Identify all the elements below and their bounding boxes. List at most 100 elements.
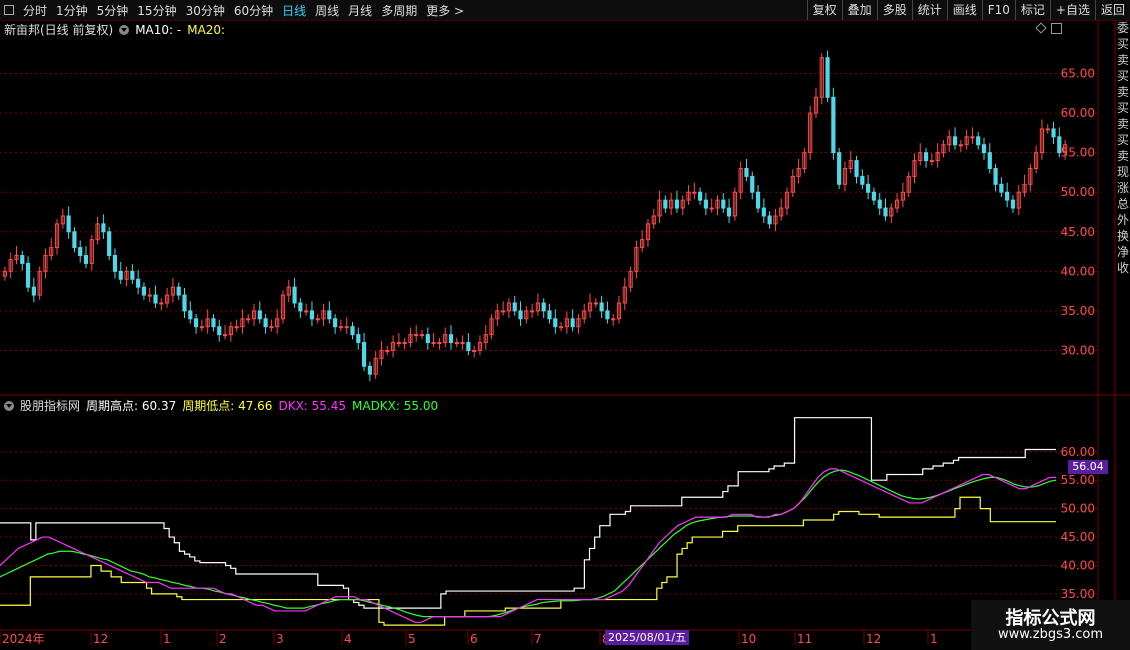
date-tick-label: 12 bbox=[866, 632, 881, 646]
candle-body bbox=[1045, 128, 1050, 131]
candle-body bbox=[356, 334, 361, 344]
quote-strip-label: 买 bbox=[1116, 101, 1129, 115]
candle-body bbox=[182, 294, 187, 312]
price-tick-label: 40.00 bbox=[1061, 264, 1095, 278]
candle-body bbox=[703, 199, 709, 209]
madkx-line bbox=[0, 469, 1057, 618]
candle-body bbox=[854, 160, 859, 177]
watermark: 指标公式网 www.zbgs3.com bbox=[971, 600, 1130, 650]
candle-body bbox=[199, 326, 204, 329]
quote-strip-label: 外 bbox=[1116, 213, 1129, 227]
candle-body bbox=[66, 215, 71, 233]
quote-strip-label: 买 bbox=[1116, 133, 1129, 147]
candle-body bbox=[923, 152, 929, 162]
candle-body bbox=[987, 152, 992, 169]
quote-strip-label: 卖 bbox=[1116, 117, 1129, 131]
candle-body bbox=[512, 302, 517, 312]
stock-chart[interactable]: 65.00 60.00 55.00 50.00 45.00 40.00 35.00 30.00… bbox=[0, 0, 1130, 650]
date-tick-label: 10 bbox=[741, 632, 756, 646]
candle-body bbox=[599, 302, 604, 312]
candle-body bbox=[692, 191, 697, 194]
price-tick-label: 60.00 bbox=[1061, 106, 1095, 120]
candle-body bbox=[831, 96, 836, 154]
price-tick-label: 65.00 bbox=[1061, 67, 1095, 81]
candle-body bbox=[454, 342, 459, 345]
quote-strip-label: 总 bbox=[1116, 197, 1129, 211]
candle-body bbox=[999, 183, 1004, 193]
quote-strip-label: 卖 bbox=[1116, 53, 1129, 67]
quote-strip-label: 卖 bbox=[1116, 85, 1129, 99]
candle-body bbox=[222, 334, 228, 337]
candle-body bbox=[333, 318, 338, 328]
candle-body bbox=[767, 215, 772, 225]
candle-body bbox=[611, 318, 616, 321]
candle-body bbox=[20, 255, 25, 264]
candle-body bbox=[257, 310, 262, 320]
date-tick-label: 6 bbox=[470, 632, 478, 646]
quote-strip-label: 卖 bbox=[1116, 149, 1129, 163]
quote-strip-label: 涨 bbox=[1116, 181, 1129, 195]
candle-body bbox=[547, 310, 552, 320]
candle-body bbox=[315, 318, 320, 321]
candle-body bbox=[755, 191, 761, 209]
candle-body bbox=[466, 342, 471, 351]
date-tick-label: 2 bbox=[219, 632, 227, 646]
candle-body bbox=[193, 318, 199, 328]
candle-body bbox=[501, 310, 506, 313]
dkx-line bbox=[0, 468, 1056, 623]
candle-body bbox=[970, 136, 975, 139]
quote-strip-label: 委 bbox=[1116, 21, 1129, 35]
candle-body bbox=[292, 286, 297, 304]
candle-body bbox=[541, 302, 546, 312]
candle-body bbox=[304, 310, 309, 313]
candle-body bbox=[530, 310, 535, 313]
candle-body bbox=[234, 326, 239, 329]
candle-body bbox=[437, 342, 442, 345]
candle-body bbox=[761, 207, 766, 217]
candle-body bbox=[309, 310, 315, 320]
candle-body bbox=[217, 326, 222, 336]
candle-body bbox=[269, 326, 274, 329]
candle-body bbox=[31, 286, 36, 296]
candle-body bbox=[674, 199, 680, 209]
candle-body bbox=[825, 57, 830, 98]
date-tick-label: 1 bbox=[163, 632, 171, 646]
candle-body bbox=[141, 286, 147, 296]
candle-body bbox=[976, 136, 981, 146]
watermark-sub: www.zbgs3.com bbox=[997, 627, 1104, 642]
price-tick-label: 30.00 bbox=[1061, 343, 1095, 357]
cycle-high-line bbox=[0, 417, 1056, 609]
date-tick-label: 5 bbox=[408, 632, 416, 646]
candle-body bbox=[419, 334, 425, 337]
candle-body bbox=[448, 334, 454, 344]
candle-body bbox=[460, 342, 465, 345]
candle-body bbox=[25, 262, 31, 288]
candle-body bbox=[211, 318, 216, 328]
candle-body bbox=[350, 326, 355, 336]
candle-body bbox=[871, 191, 877, 201]
date-tick-label: 4 bbox=[344, 632, 352, 646]
date-tick-label: 7 bbox=[534, 632, 542, 646]
candle-body bbox=[176, 286, 181, 296]
candle-body bbox=[744, 167, 749, 177]
quote-strip-label: 买 bbox=[1116, 69, 1129, 83]
candle-body bbox=[958, 144, 963, 147]
candle-body bbox=[130, 270, 135, 280]
candle-body bbox=[396, 342, 401, 345]
candle-body bbox=[147, 294, 152, 297]
candle-body bbox=[553, 318, 558, 328]
candle-body bbox=[709, 207, 714, 210]
candle-body bbox=[83, 255, 89, 264]
quote-strip-label: 买 bbox=[1116, 37, 1129, 51]
candle-body bbox=[385, 349, 390, 352]
indicator-tick-label: 45.00 bbox=[1061, 530, 1095, 544]
candle-body bbox=[414, 334, 419, 337]
candle-body bbox=[750, 175, 755, 193]
candle-body bbox=[107, 231, 112, 257]
candle-body bbox=[929, 160, 934, 163]
candle-body bbox=[338, 326, 344, 329]
candle-body bbox=[726, 207, 732, 217]
candle-body bbox=[78, 247, 83, 257]
candle-body bbox=[118, 270, 123, 280]
candle-body bbox=[101, 223, 106, 233]
